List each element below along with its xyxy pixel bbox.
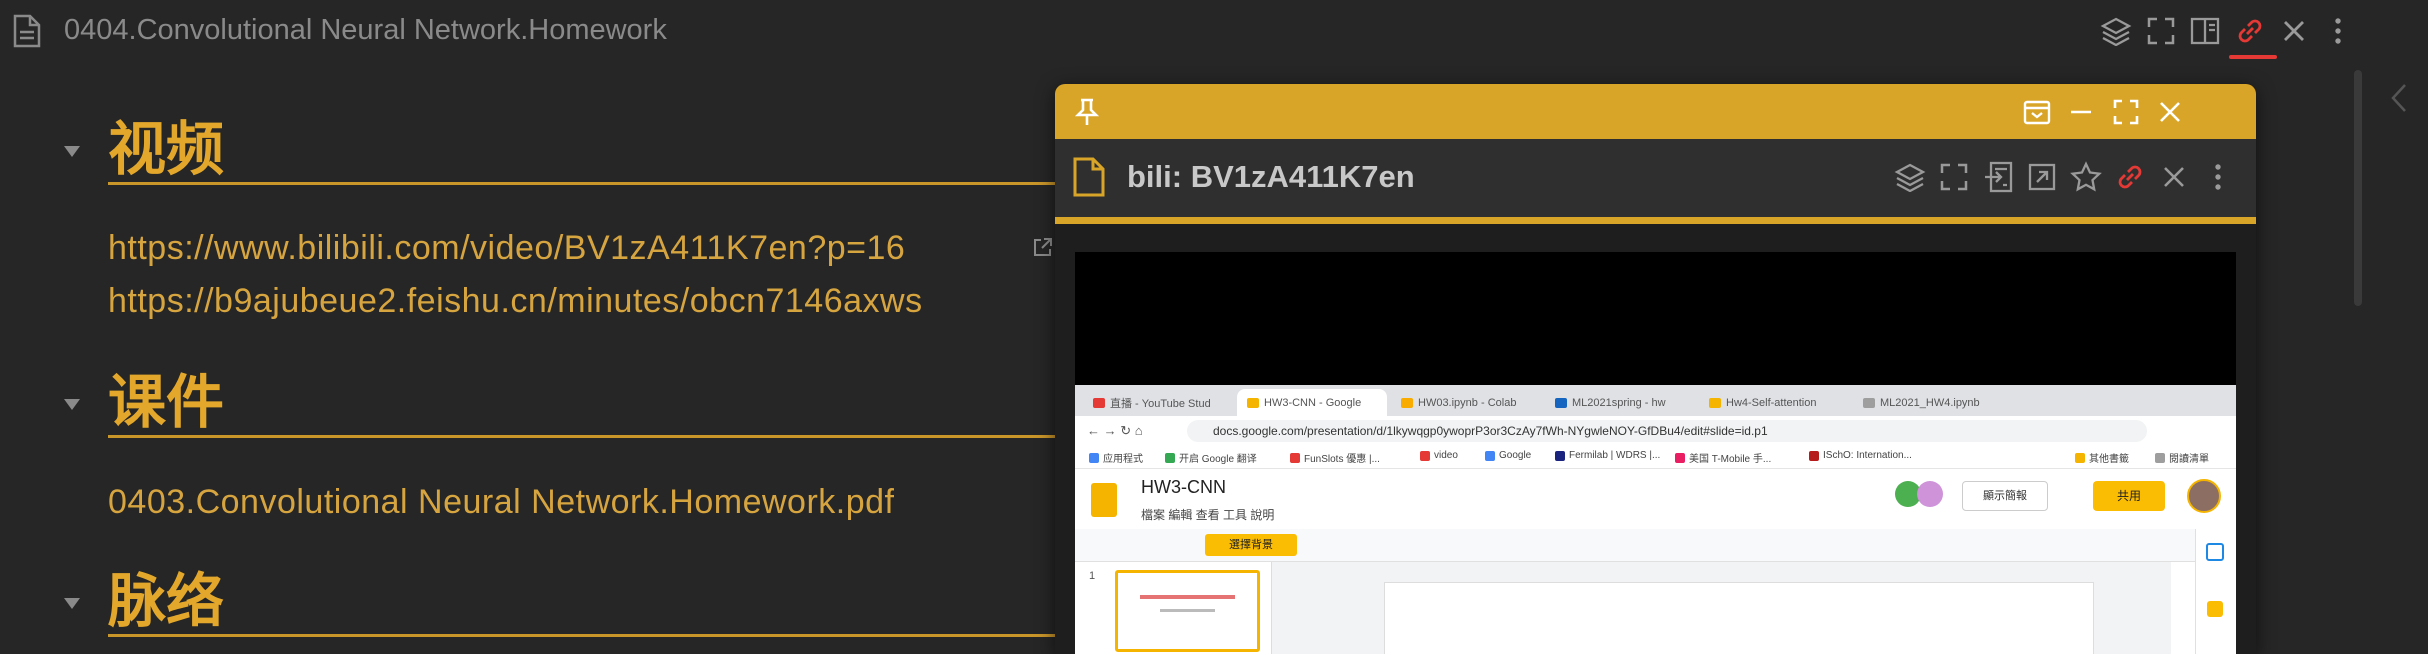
floating-window-header: bili: BV1zA411K7en bbox=[1055, 139, 2256, 217]
header-divider bbox=[1055, 217, 2256, 224]
bookmarks-bar: 应用程式 开启 Google 翻译 FunSlots 優惠 |... video… bbox=[1075, 446, 2236, 469]
link-icon[interactable] bbox=[2112, 159, 2148, 195]
collapse-arrow-icon[interactable] bbox=[64, 399, 80, 410]
side-panel bbox=[2195, 529, 2236, 654]
heading-divider bbox=[108, 435, 1058, 438]
heading-divider bbox=[108, 182, 1058, 185]
slides-file-name: HW3-CNN bbox=[1141, 477, 1226, 497]
minimize-icon[interactable] bbox=[2063, 94, 2099, 130]
open-external-icon[interactable] bbox=[2024, 159, 2060, 195]
scrollbar[interactable] bbox=[2354, 70, 2362, 306]
link-icon[interactable] bbox=[2233, 14, 2267, 48]
more-vertical-icon[interactable] bbox=[2321, 14, 2355, 48]
calendar-icon bbox=[2206, 543, 2224, 561]
background-button: 選擇背景 bbox=[1205, 534, 1297, 556]
export-icon[interactable] bbox=[1980, 159, 2016, 195]
section-heading: 课件 bbox=[108, 368, 225, 436]
chevron-left-icon[interactable] bbox=[2390, 82, 2408, 114]
slide-filmstrip: 1 bbox=[1075, 562, 1272, 654]
external-link-icon bbox=[1032, 236, 1054, 258]
layers-icon[interactable] bbox=[2099, 14, 2133, 48]
browser-tab: ML2021spring - hw bbox=[1545, 389, 1695, 416]
pin-icon[interactable] bbox=[1069, 94, 1105, 130]
pdf-link[interactable]: 0403.Convolutional Neural Network.Homewo… bbox=[108, 483, 895, 522]
present-button: 顯示簡報 bbox=[1962, 481, 2048, 511]
fullscreen-icon[interactable] bbox=[2144, 14, 2178, 48]
fullscreen-icon[interactable] bbox=[1936, 159, 1972, 195]
star-icon[interactable] bbox=[2068, 159, 2104, 195]
slides-logo-icon bbox=[1091, 483, 1117, 517]
floating-window-titlebar[interactable] bbox=[1055, 84, 2256, 139]
keep-icon bbox=[2207, 601, 2223, 617]
thumbnail-title-line bbox=[1140, 595, 1235, 599]
feishu-link[interactable]: https://b9ajubeue2.feishu.cn/minutes/obc… bbox=[108, 282, 923, 321]
avatar bbox=[2187, 479, 2221, 513]
browser-tab: 直播 - YouTube Stud bbox=[1083, 389, 1233, 416]
browser-tabstrip: 直播 - YouTube Stud HW3-CNN - Google HW03.… bbox=[1075, 385, 2236, 416]
address-bar: docs.google.com/presentation/d/1lkywqgp0… bbox=[1187, 420, 2147, 442]
slides-menu: 檔案 編輯 查看 工具 說明 bbox=[1141, 508, 1275, 522]
browser-tab: HW3-CNN - Google bbox=[1237, 389, 1387, 416]
layers-icon[interactable] bbox=[1892, 159, 1928, 195]
floating-window: bili: BV1zA411K7en 直播 - YouTube Stud HW3… bbox=[1055, 84, 2256, 654]
archive-icon[interactable] bbox=[2019, 94, 2055, 130]
split-view-icon[interactable] bbox=[2188, 14, 2222, 48]
browser-tab: ML2021_HW4.ipynb bbox=[1853, 389, 2003, 416]
collapse-arrow-icon[interactable] bbox=[64, 146, 80, 157]
slide-canvas bbox=[1384, 582, 2094, 654]
active-indicator bbox=[2229, 55, 2277, 59]
section-heading: 视频 bbox=[108, 115, 225, 183]
slides-header: HW3-CNN 檔案 編輯 查看 工具 說明 顯示簡報 共用 bbox=[1075, 469, 2236, 529]
section-heading: 脉络 bbox=[108, 567, 225, 635]
video-frame-browser: 直播 - YouTube Stud HW3-CNN - Google HW03.… bbox=[1075, 385, 2236, 654]
slide-editor-area bbox=[1272, 562, 2171, 654]
slide-thumbnail bbox=[1115, 570, 1260, 652]
thumbnail-text-line bbox=[1160, 609, 1215, 612]
close-icon[interactable] bbox=[2277, 14, 2311, 48]
avatar bbox=[1917, 481, 1943, 507]
nav-arrows-icon: ← → ↻ ⌂ bbox=[1087, 423, 1143, 438]
note-title: 0404.Convolutional Neural Network.Homewo… bbox=[64, 14, 667, 46]
close-icon[interactable] bbox=[2152, 94, 2188, 130]
maximize-icon[interactable] bbox=[2108, 94, 2144, 130]
note-header: 0404.Convolutional Neural Network.Homewo… bbox=[0, 0, 2428, 62]
document-icon bbox=[1073, 157, 1105, 197]
browser-toolbar: ← → ↻ ⌂ docs.google.com/presentation/d/1… bbox=[1075, 416, 2236, 446]
video-player[interactable]: 直播 - YouTube Stud HW3-CNN - Google HW03.… bbox=[1075, 252, 2236, 654]
share-button: 共用 bbox=[2093, 481, 2165, 511]
document-icon bbox=[12, 14, 42, 48]
heading-divider bbox=[108, 634, 1058, 637]
collapse-arrow-icon[interactable] bbox=[64, 598, 80, 609]
more-vertical-icon[interactable] bbox=[2200, 159, 2236, 195]
browser-tab: Hw4-Self-attention bbox=[1699, 389, 1849, 416]
slide-number: 1 bbox=[1089, 570, 1096, 582]
browser-tab: HW03.ipynb - Colab bbox=[1391, 389, 1541, 416]
slides-toolbar: 選擇背景 bbox=[1075, 529, 2236, 562]
close-icon[interactable] bbox=[2156, 159, 2192, 195]
bilibili-link[interactable]: https://www.bilibili.com/video/BV1zA411K… bbox=[108, 229, 905, 268]
window-title: bili: BV1zA411K7en bbox=[1127, 159, 1415, 194]
